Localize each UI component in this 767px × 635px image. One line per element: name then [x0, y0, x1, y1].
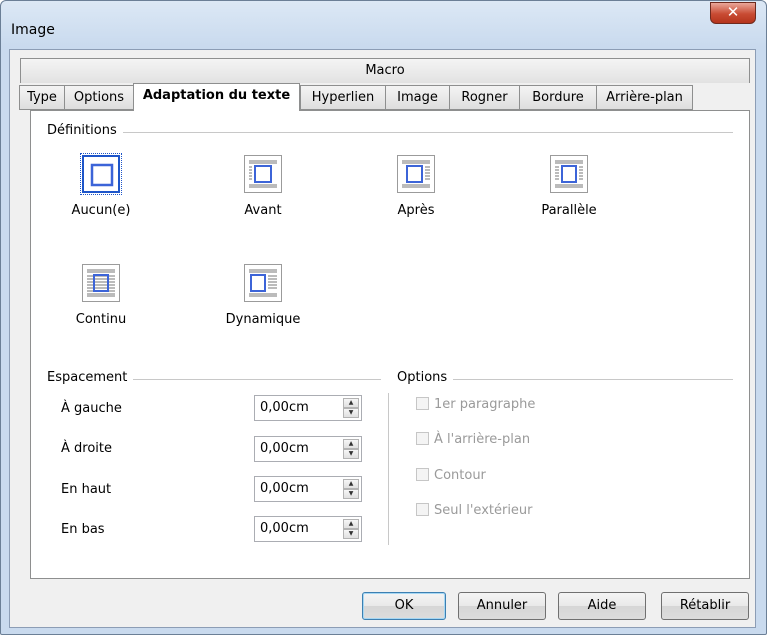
- checkbox-box: [416, 397, 429, 410]
- wrap-option-parallel[interactable]: Parallèle: [509, 155, 629, 218]
- wrap-option-none[interactable]: Aucun(e): [41, 153, 161, 218]
- options-title: Options: [397, 370, 454, 385]
- checkbox-label: 1er paragraphe: [434, 397, 536, 412]
- tab-bordure[interactable]: Bordure: [519, 85, 596, 110]
- help-button[interactable]: Aide: [558, 592, 646, 620]
- left-spacing-label: À gauche: [61, 401, 122, 416]
- first-paragraph-checkbox[interactable]: 1er paragraphe: [416, 397, 535, 412]
- top-spacing-stepper[interactable]: 0,00cm ▲ ▼: [254, 476, 362, 502]
- wrap-option-label: Dynamique: [225, 312, 301, 327]
- wrap-option-label: Après: [397, 203, 435, 218]
- spin-down-button[interactable]: ▼: [343, 489, 359, 499]
- ok-button[interactable]: OK: [362, 592, 446, 620]
- left-spacing-stepper[interactable]: 0,00cm ▲ ▼: [254, 395, 362, 421]
- left-spacing-value: 0,00cm: [260, 400, 309, 415]
- wrap-option-through[interactable]: Continu: [41, 264, 161, 327]
- wrap-option-label: Avant: [244, 203, 282, 218]
- definitions-title: Définitions: [47, 123, 123, 138]
- wrap-option-label: Aucun(e): [71, 203, 131, 218]
- wrap-dynamic-icon: [244, 264, 282, 302]
- tab-panel: Définitions Aucun(e) Avant Après Parallè…: [30, 110, 750, 579]
- spacing-title: Espacement: [47, 370, 134, 385]
- wrap-option-label: Continu: [75, 312, 127, 327]
- checkbox-box: [416, 432, 429, 445]
- right-spacing-value: 0,00cm: [260, 441, 309, 456]
- spin-up-button[interactable]: ▲: [343, 398, 359, 408]
- reset-button[interactable]: Rétablir: [661, 592, 749, 620]
- top-spacing-label: En haut: [61, 482, 112, 497]
- title-bar[interactable]: Image ✕: [1, 1, 766, 49]
- checkbox-box: [416, 468, 429, 481]
- wrap-after-icon: [397, 155, 435, 193]
- wrap-none-icon: [80, 153, 122, 195]
- spin-up-button[interactable]: ▲: [343, 439, 359, 449]
- wrap-option-after[interactable]: Après: [356, 155, 476, 218]
- tab-rogner[interactable]: Rogner: [449, 85, 519, 110]
- spin-up-button[interactable]: ▲: [343, 479, 359, 489]
- bottom-spacing-value: 0,00cm: [260, 521, 309, 536]
- tab-adaptation-du-texte[interactable]: Adaptation du texte: [133, 83, 300, 111]
- window-title: Image: [11, 22, 55, 38]
- checkbox-box: [416, 503, 429, 516]
- spin-down-button[interactable]: ▼: [343, 408, 359, 418]
- close-icon: ✕: [726, 3, 740, 21]
- tab-macro[interactable]: Macro: [20, 58, 750, 83]
- wrap-option-label: Parallèle: [541, 203, 597, 218]
- tab-image[interactable]: Image: [385, 85, 449, 110]
- bottom-spacing-label: En bas: [61, 522, 105, 537]
- cancel-button[interactable]: Annuler: [458, 592, 546, 620]
- options-separator: [388, 393, 389, 545]
- spin-down-button[interactable]: ▼: [343, 449, 359, 459]
- tab-hyperlien[interactable]: Hyperlien: [300, 85, 385, 110]
- tab-options[interactable]: Options: [64, 85, 133, 110]
- bottom-spacing-stepper[interactable]: 0,00cm ▲ ▼: [254, 516, 362, 542]
- spin-down-button[interactable]: ▼: [343, 529, 359, 539]
- tab-arriere-plan[interactable]: Arrière-plan: [596, 85, 693, 110]
- in-background-checkbox[interactable]: À l'arrière-plan: [416, 432, 530, 447]
- checkbox-label: Contour: [434, 468, 486, 483]
- tab-type[interactable]: Type: [19, 85, 64, 110]
- checkbox-label: À l'arrière-plan: [434, 432, 531, 447]
- top-spacing-value: 0,00cm: [260, 481, 309, 496]
- wrap-parallel-icon: [550, 155, 588, 193]
- wrap-through-icon: [82, 264, 120, 302]
- contour-checkbox[interactable]: Contour: [416, 468, 486, 483]
- close-button[interactable]: ✕: [710, 2, 756, 24]
- right-spacing-stepper[interactable]: 0,00cm ▲ ▼: [254, 436, 362, 462]
- checkbox-label: Seul l'extérieur: [434, 503, 533, 518]
- right-spacing-label: À droite: [61, 441, 112, 456]
- wrap-option-dynamic[interactable]: Dynamique: [203, 264, 323, 327]
- outside-only-checkbox[interactable]: Seul l'extérieur: [416, 503, 533, 518]
- wrap-before-icon: [244, 155, 282, 193]
- wrap-option-before[interactable]: Avant: [203, 155, 323, 218]
- definitions-divider: [47, 132, 733, 133]
- spin-up-button[interactable]: ▲: [343, 519, 359, 529]
